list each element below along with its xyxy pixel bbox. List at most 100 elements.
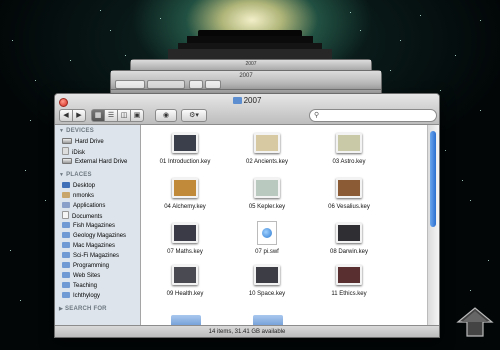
cover-flow-view-button[interactable]: ▣ bbox=[130, 109, 144, 122]
sidebar-item-mac-magazines[interactable]: Mac Magazines bbox=[62, 241, 140, 251]
star bbox=[110, 30, 111, 31]
sidebar-item-programming[interactable]: Programming bbox=[62, 261, 140, 271]
keynote-file-icon bbox=[172, 223, 198, 243]
disclosure-triangle-icon: ▼ bbox=[59, 128, 65, 134]
disclosure-triangle-icon: ▼ bbox=[59, 172, 65, 178]
star bbox=[70, 60, 71, 61]
file-name: 04 Alchemy.key bbox=[164, 204, 206, 210]
file-name: 01 Introduction.key bbox=[159, 159, 211, 165]
star bbox=[480, 110, 481, 111]
sidebar-item-idisk[interactable]: iDisk bbox=[62, 147, 140, 157]
star bbox=[35, 80, 36, 81]
file-name: 11 Ethics.key bbox=[331, 291, 367, 297]
vertical-scrollbar[interactable] bbox=[427, 125, 439, 325]
quick-look-button[interactable]: ◉ bbox=[155, 109, 177, 122]
sidebar: ▼ DEVICES Hard Drive iDisk External Hard … bbox=[55, 125, 141, 325]
scrollbar-thumb[interactable] bbox=[430, 131, 436, 227]
keynote-file-icon bbox=[336, 178, 362, 198]
sidebar-item-desktop[interactable]: Desktop bbox=[62, 181, 140, 191]
forward-button[interactable]: ▶ bbox=[72, 109, 86, 122]
icon-view-button[interactable]: ▦ bbox=[91, 109, 105, 122]
window-title: 2007 bbox=[55, 96, 439, 105]
star bbox=[390, 70, 391, 71]
folder-icon bbox=[62, 282, 70, 288]
star bbox=[445, 150, 446, 151]
file-name: 10 Space.key bbox=[248, 291, 286, 297]
star bbox=[20, 300, 21, 301]
file-item[interactable]: 03 Astro.key bbox=[309, 133, 389, 165]
desktop-icon bbox=[62, 182, 70, 188]
folder-icon[interactable] bbox=[171, 315, 201, 325]
star bbox=[420, 15, 421, 16]
flash-globe-icon bbox=[262, 228, 272, 238]
folder-icon bbox=[62, 272, 70, 278]
sidebar-header-places[interactable]: ▼ PLACES bbox=[59, 172, 92, 178]
sidebar-item-fish-magazines[interactable]: Fish Magazines bbox=[62, 221, 140, 231]
flash-file-icon bbox=[257, 221, 277, 245]
folder-icon bbox=[62, 292, 70, 298]
sidebar-item-documents[interactable]: Documents bbox=[62, 211, 140, 221]
file-icon-grid: 01 Introduction.key 02 Ancients.key 03 A… bbox=[141, 125, 427, 325]
sidebar-item-home[interactable]: nmonks bbox=[62, 191, 140, 201]
file-item[interactable]: 04 Alchemy.key bbox=[145, 178, 225, 210]
search-field[interactable]: ⚲ bbox=[309, 109, 437, 122]
file-item[interactable]: 02 Ancients.key bbox=[227, 133, 307, 165]
file-item[interactable]: 08 Darwin.key bbox=[309, 223, 389, 255]
file-item[interactable]: 01 Introduction.key bbox=[145, 133, 225, 165]
file-item[interactable]: 10 Space.key bbox=[227, 265, 307, 297]
sidebar-item-hard-drive[interactable]: Hard Drive bbox=[62, 137, 140, 147]
keynote-file-icon bbox=[254, 265, 280, 285]
file-name: 08 Darwin.key bbox=[329, 249, 368, 255]
back-button[interactable]: ◀ bbox=[59, 109, 73, 122]
background-window-titlebar: 2007 bbox=[111, 71, 381, 90]
folder-icon[interactable] bbox=[253, 315, 283, 325]
file-name: 07 pi.swf bbox=[255, 249, 279, 255]
file-item[interactable]: 07 Maths.key bbox=[145, 223, 225, 255]
background-window-eye-icon bbox=[189, 80, 203, 89]
file-item[interactable]: 09 Health.key bbox=[145, 265, 225, 297]
sidebar-header-search-for[interactable]: ▶ SEARCH FOR bbox=[59, 306, 107, 312]
external-drive-icon bbox=[62, 158, 72, 164]
file-item[interactable]: 05 Kepler.key bbox=[227, 178, 307, 210]
sidebar-item-teaching[interactable]: Teaching bbox=[62, 281, 140, 291]
folder-icon bbox=[62, 242, 70, 248]
file-item[interactable]: 06 Vesalius.key bbox=[309, 178, 389, 210]
star bbox=[488, 260, 489, 261]
sidebar-item-applications[interactable]: Applications bbox=[62, 201, 140, 211]
sidebar-item-web-sites[interactable]: Web Sites bbox=[62, 271, 140, 281]
file-item[interactable]: 07 pi.swf bbox=[227, 221, 307, 255]
file-item[interactable]: 11 Ethics.key bbox=[309, 265, 389, 297]
star bbox=[125, 55, 126, 56]
star bbox=[470, 290, 471, 291]
sidebar-item-ichthylogy[interactable]: Ichthylogy bbox=[62, 291, 140, 301]
file-name: 03 Astro.key bbox=[332, 159, 366, 165]
idisk-icon bbox=[62, 147, 69, 155]
status-bar: 14 items, 31.41 GB available bbox=[55, 325, 439, 337]
home-icon bbox=[62, 192, 70, 198]
disclosure-triangle-icon: ▶ bbox=[59, 306, 64, 312]
star bbox=[480, 20, 481, 21]
file-name: 06 Vesalius.key bbox=[328, 204, 370, 210]
folder-icon bbox=[62, 232, 70, 238]
sidebar-item-external-hard-drive[interactable]: External Hard Drive bbox=[62, 157, 140, 167]
column-view-button[interactable]: ◫ bbox=[117, 109, 131, 122]
star bbox=[350, 12, 351, 13]
background-window-nav bbox=[115, 80, 145, 89]
star bbox=[45, 200, 46, 201]
file-name: 07 Maths.key bbox=[167, 249, 203, 255]
sidebar-header-devices[interactable]: ▼ DEVICES bbox=[59, 128, 94, 134]
list-view-button[interactable]: ☰ bbox=[104, 109, 118, 122]
action-menu-button[interactable]: ⚙▾ bbox=[181, 109, 207, 122]
finder-window[interactable]: 2007 ◀ ▶ ▦ ☰ ◫ ▣ ◉ ⚙▾ ⚲ ▼ DEVICES Hard Dr… bbox=[54, 93, 440, 338]
star bbox=[25, 170, 26, 171]
sidebar-item-geology-magazines[interactable]: Geology Magazines bbox=[62, 231, 140, 241]
time-machine-arrow-icon[interactable] bbox=[456, 306, 494, 340]
background-window-title: 2007 bbox=[245, 61, 257, 67]
star bbox=[462, 180, 463, 181]
background-window-view-buttons bbox=[147, 80, 185, 89]
sidebar-item-sci-fi-magazines[interactable]: Sci-Fi Magazines bbox=[62, 251, 140, 261]
window-title-text: 2007 bbox=[243, 96, 262, 105]
star bbox=[400, 40, 401, 41]
search-input[interactable] bbox=[322, 111, 430, 119]
keynote-file-icon bbox=[336, 223, 362, 243]
